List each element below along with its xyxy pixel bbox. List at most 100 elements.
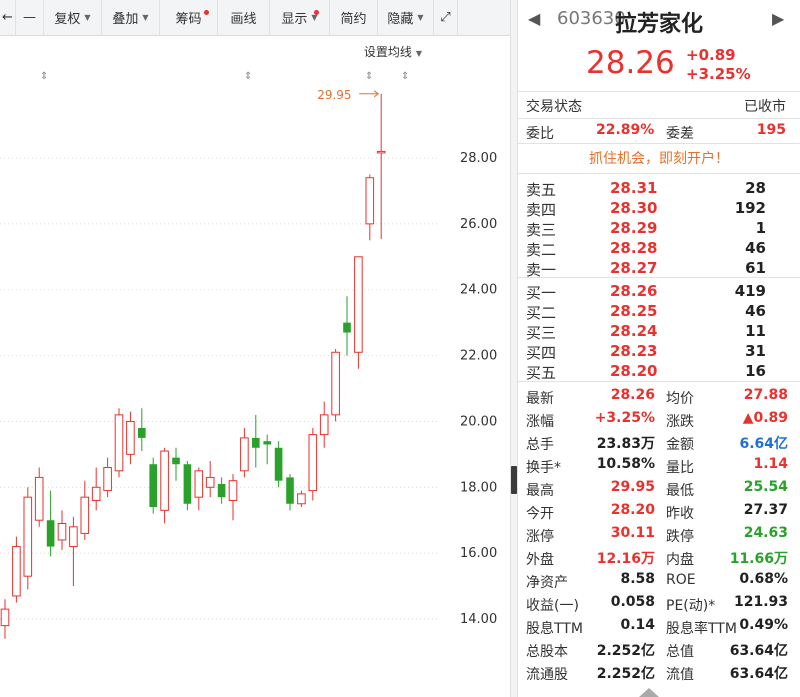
stat-value: 24.63 bbox=[743, 525, 788, 541]
book-label: 买五 bbox=[526, 364, 557, 382]
stat-value: 0.68% bbox=[739, 571, 788, 587]
bid-row[interactable]: 买一 28.26 419 bbox=[518, 281, 800, 302]
stat-label: 总股本 bbox=[526, 644, 568, 660]
candle-body bbox=[172, 457, 180, 465]
quote-stats: 最新 28.26 均价 27.88 涨幅 +3.25% 涨跌 ▲0.89 总手 23.83万 金额 6… bbox=[518, 382, 800, 684]
ask-row[interactable]: 卖四 28.30 192 bbox=[518, 198, 800, 219]
scroll-down-icon[interactable] bbox=[639, 688, 659, 697]
toolbar-button-2[interactable]: 复权 ▼ bbox=[44, 0, 102, 36]
open-account-promo-link[interactable]: 抓住机会，即刻开户！ bbox=[518, 144, 800, 174]
stat-value: 6.64亿 bbox=[739, 436, 788, 452]
trade-status-label: 交易状态 bbox=[526, 99, 582, 115]
candle-body bbox=[376, 150, 386, 154]
kline-chart[interactable]: 设置均线 ▼ 28.00 26.00 24.00 22.00 20.00 18.00 16.0… bbox=[0, 37, 510, 697]
candle-body bbox=[12, 546, 21, 597]
stat-row: 外盘 12.16万 内盘 11.66万 bbox=[518, 546, 800, 569]
stat-row: 流通股 2.252亿 流值 63.64亿 bbox=[518, 661, 800, 684]
next-stock-icon[interactable]: ▶ bbox=[772, 9, 784, 28]
ask-row[interactable]: 卖五 28.31 28 bbox=[518, 178, 800, 199]
stat-value: 0.49% bbox=[739, 617, 788, 633]
toolbar-label: — bbox=[23, 10, 36, 25]
book-label: 卖五 bbox=[526, 181, 557, 199]
stat-row: 最高 29.95 最低 25.54 bbox=[518, 477, 800, 500]
book-label: 卖四 bbox=[526, 201, 557, 219]
toolbar-label: 显示 bbox=[281, 12, 308, 27]
toolbar-button-6[interactable]: 显示 ▼ bbox=[270, 0, 330, 36]
stat-value: 12.16万 bbox=[596, 551, 655, 567]
book-label: 卖三 bbox=[526, 221, 557, 239]
bid-row[interactable]: 买四 28.23 31 bbox=[518, 341, 800, 362]
stat-label: 涨幅 bbox=[526, 414, 554, 430]
ask-row[interactable]: 卖三 28.29 1 bbox=[518, 218, 800, 239]
stat-row: 总手 23.83万 金额 6.64亿 bbox=[518, 431, 800, 454]
candle-body bbox=[331, 351, 340, 416]
chevron-down-icon: ▼ bbox=[142, 13, 149, 22]
book-label: 卖二 bbox=[526, 241, 557, 259]
candle-body bbox=[138, 428, 146, 438]
toolbar-button-8[interactable]: 隐藏 ▼ bbox=[378, 0, 434, 36]
stat-label: 股息率TTM bbox=[666, 621, 737, 637]
candle-body bbox=[91, 486, 101, 501]
y-tick-label: 22.00 bbox=[460, 349, 497, 364]
candle-body bbox=[297, 493, 306, 505]
candle-body bbox=[343, 322, 351, 333]
book-price: 28.25 bbox=[610, 302, 658, 320]
ask-row[interactable]: 卖一 28.27 61 bbox=[518, 258, 800, 279]
book-label: 买四 bbox=[526, 344, 557, 362]
price-change-pct: +3.25% bbox=[686, 65, 751, 83]
toolbar-button-7[interactable]: 简约 bbox=[330, 0, 378, 36]
stat-row: 净资产 8.58 ROE 0.68% bbox=[518, 569, 800, 592]
stat-label: 均价 bbox=[666, 391, 694, 407]
toolbar-button-0[interactable]: ← bbox=[0, 0, 16, 36]
stat-label: 金额 bbox=[666, 437, 694, 453]
book-vol: 16 bbox=[745, 362, 766, 380]
kline-plot: 28.00 26.00 24.00 22.00 20.00 18.00 16.00 14.00… bbox=[0, 71, 497, 639]
quote-panel: ◀ 603630 拉芳家化 ▶ 28.26 +0.89 +3.25% 交易状态 … bbox=[518, 0, 800, 697]
candle-body bbox=[365, 177, 375, 225]
collapse-panel-handle[interactable] bbox=[511, 466, 517, 494]
toolbar-label: 筹码 bbox=[175, 12, 202, 27]
stat-label: 跌停 bbox=[666, 529, 694, 545]
candle-body bbox=[286, 477, 294, 504]
weibi-value: 22.89% bbox=[596, 122, 655, 138]
toolbar-button-9[interactable]: ⤢ bbox=[434, 0, 458, 36]
notification-dot bbox=[314, 9, 319, 15]
weibi-label: 委比 bbox=[526, 126, 554, 142]
candle-body bbox=[23, 496, 33, 577]
panel-splitter[interactable] bbox=[510, 0, 518, 697]
bid-book: 买一 28.26 419 买二 28.25 46 买三 28.24 11 买四 28.23 31 买五 2… bbox=[518, 278, 800, 382]
book-label: 卖一 bbox=[526, 261, 557, 279]
arrow-marker-icon: ⇕ bbox=[40, 71, 48, 82]
bid-row[interactable]: 买二 28.25 46 bbox=[518, 301, 800, 322]
arrow-marker-icon: ⇕ bbox=[401, 71, 409, 82]
toolbar-button-3[interactable]: 叠加 ▼ bbox=[102, 0, 160, 36]
ask-row[interactable]: 卖二 28.28 46 bbox=[518, 238, 800, 259]
candle-body bbox=[149, 464, 157, 508]
book-vol: 28 bbox=[745, 179, 766, 197]
bid-row[interactable]: 买五 28.20 16 bbox=[518, 361, 800, 382]
toolbar-button-5[interactable]: 画线 bbox=[218, 0, 270, 36]
toolbar-label: 复权 bbox=[54, 12, 81, 27]
stat-row: 收益(一) 0.058 PE(动)* 121.93 bbox=[518, 592, 800, 615]
candle-body bbox=[80, 496, 90, 534]
stat-row: 涨幅 +3.25% 涨跌 ▲0.89 bbox=[518, 408, 800, 431]
toolbar-label: ← bbox=[2, 10, 13, 25]
candle-body bbox=[160, 450, 169, 511]
toolbar-button-1[interactable]: — bbox=[16, 0, 44, 36]
ma-setting-button[interactable]: 设置均线 ▼ bbox=[364, 43, 422, 60]
toolbar-button-4[interactable]: 筹码 bbox=[160, 0, 218, 36]
y-tick-label: 20.00 bbox=[460, 414, 497, 429]
candle-body bbox=[126, 420, 135, 455]
book-price: 28.23 bbox=[610, 342, 658, 360]
stat-value: 27.37 bbox=[743, 502, 788, 518]
stat-row: 最新 28.26 均价 27.88 bbox=[518, 385, 800, 408]
stat-value: 11.66万 bbox=[729, 551, 788, 567]
candle-body bbox=[263, 441, 271, 445]
stat-label: 流值 bbox=[666, 667, 694, 683]
stat-label: 总手 bbox=[526, 437, 554, 453]
bid-row[interactable]: 买三 28.24 11 bbox=[518, 321, 800, 342]
stat-value: 29.95 bbox=[610, 479, 655, 495]
book-vol: 1 bbox=[755, 219, 766, 237]
prev-stock-icon[interactable]: ◀ bbox=[528, 9, 540, 28]
stat-value: ▲0.89 bbox=[742, 410, 788, 426]
